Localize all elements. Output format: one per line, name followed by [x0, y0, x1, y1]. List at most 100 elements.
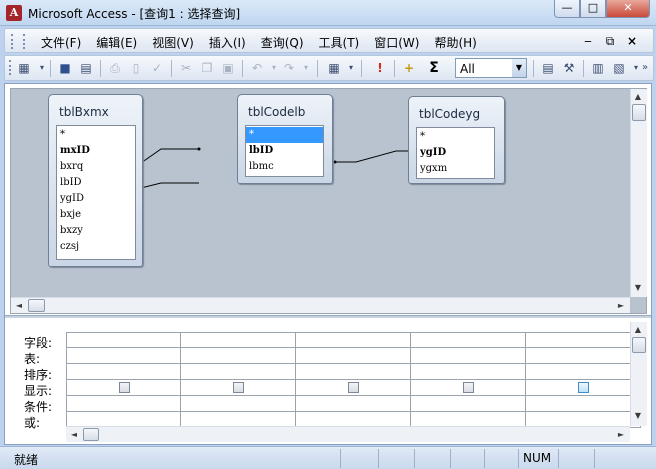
grid-cell[interactable] [181, 396, 296, 412]
grid-cell[interactable] [296, 364, 411, 380]
field-list-tblcodelb[interactable]: tblCodelb * lbID lbmc [237, 94, 333, 184]
field-list-tblbxmx[interactable]: tblBxmx * mxID bxrq lbID ygID bxje bxzy … [48, 94, 143, 267]
save-icon[interactable]: ■ [56, 59, 74, 77]
database-window-icon[interactable]: ▥ [589, 59, 607, 77]
new-object-icon[interactable]: ▧ [610, 59, 628, 77]
query-type-dropdown-icon[interactable]: ▾ [342, 59, 360, 77]
show-table-icon[interactable]: + [400, 59, 418, 77]
menu-help[interactable]: 帮助(H) [434, 34, 476, 51]
grid-cell[interactable] [296, 396, 411, 412]
grid-cell[interactable] [411, 364, 526, 380]
show-checkbox[interactable] [348, 382, 359, 393]
redo-dropdown-icon[interactable]: ▾ [297, 59, 315, 77]
grid-cell[interactable] [66, 380, 181, 396]
grid-cell[interactable] [66, 364, 181, 380]
show-checkbox[interactable] [463, 382, 474, 393]
query-type-icon[interactable]: ▦ [325, 59, 343, 77]
scroll-thumb[interactable] [632, 337, 646, 353]
print-icon[interactable]: ⎙ [106, 59, 124, 77]
menu-tools[interactable]: 工具(T) [319, 34, 360, 51]
design-grid[interactable]: 字段: 表: 排序: 显示: 条件: 或: ▲ ▼ ◄ ► [10, 322, 647, 442]
paste-icon[interactable]: ▣ [219, 59, 237, 77]
field-lbmc[interactable]: lbmc [248, 159, 274, 175]
redo-icon[interactable]: ↷ [280, 59, 298, 77]
toolbar-overflow-icon[interactable]: » [639, 59, 651, 77]
field-list-title[interactable]: tblCodeyg [419, 107, 480, 121]
view-icon[interactable]: ▦ [15, 59, 33, 77]
field-list-box[interactable]: * ygID ygxm [416, 127, 495, 179]
field-ygxm[interactable]: ygxm [419, 161, 447, 177]
view-dropdown-icon[interactable]: ▾ [33, 59, 51, 77]
menu-view[interactable]: 视图(V) [152, 34, 194, 51]
field-lbid[interactable]: lbID [248, 143, 273, 159]
field-list-tblcodeyg[interactable]: tblCodeyg * ygID ygxm [408, 96, 505, 184]
pane-splitter[interactable] [5, 315, 651, 318]
field-all-selected[interactable]: * [246, 127, 323, 143]
window-close-button[interactable]: ✕ [606, 0, 650, 18]
menubar-grip-handle[interactable] [11, 34, 14, 49]
mdi-close-button[interactable]: × [625, 34, 639, 48]
grid-cell[interactable] [526, 332, 641, 348]
grid-cell[interactable] [411, 332, 526, 348]
access-app-icon[interactable]: A [6, 5, 22, 21]
show-checkbox[interactable] [119, 382, 130, 393]
properties-icon[interactable]: ▤ [539, 59, 557, 77]
scroll-left-icon[interactable]: ◄ [67, 430, 81, 439]
field-list-box[interactable]: * mxID bxrq lbID ygID bxje bxzy czsj [56, 125, 136, 260]
grid-vertical-scrollbar[interactable]: ▲ ▼ [630, 322, 647, 426]
grid-cell[interactable] [181, 364, 296, 380]
show-checkbox[interactable] [233, 382, 244, 393]
scroll-down-icon[interactable]: ▼ [631, 283, 645, 292]
field-all[interactable]: * [59, 127, 65, 143]
grid-cell[interactable] [66, 348, 181, 364]
copy-icon[interactable]: ❐ [198, 59, 216, 77]
build-icon[interactable]: ⚒ [560, 59, 578, 77]
field-bxje[interactable]: bxje [59, 207, 81, 223]
toolbar-grip-handle[interactable] [9, 60, 12, 75]
grid-cell[interactable] [411, 380, 526, 396]
scroll-right-icon[interactable]: ► [614, 301, 628, 310]
spelling-icon[interactable]: ✓ [148, 59, 166, 77]
top-values-combo[interactable]: All ▼ [455, 58, 527, 78]
scroll-up-icon[interactable]: ▲ [631, 325, 645, 334]
field-list-title[interactable]: tblBxmx [59, 105, 109, 119]
print-preview-icon[interactable]: ▯ [127, 59, 145, 77]
table-pane-horizontal-scrollbar[interactable]: ◄ ► [11, 297, 630, 313]
scroll-right-icon[interactable]: ► [614, 430, 628, 439]
grid-cell[interactable] [296, 332, 411, 348]
field-mxid[interactable]: mxID [59, 143, 90, 159]
scroll-thumb[interactable] [83, 428, 99, 441]
undo-icon[interactable]: ↶ [248, 59, 266, 77]
scroll-down-icon[interactable]: ▼ [631, 411, 645, 420]
cut-icon[interactable]: ✂ [177, 59, 195, 77]
mdi-restore-button[interactable]: ⧉ [603, 34, 617, 49]
grid-cell[interactable] [526, 396, 641, 412]
scroll-left-icon[interactable]: ◄ [12, 301, 26, 310]
grid-horizontal-scrollbar[interactable]: ◄ ► [66, 426, 630, 442]
grid-cell[interactable] [526, 380, 641, 396]
menu-query[interactable]: 查询(Q) [261, 34, 304, 51]
run-icon[interactable]: ! [371, 59, 389, 77]
grid-cell[interactable] [411, 348, 526, 364]
grid-cell[interactable] [181, 332, 296, 348]
table-pane-vertical-scrollbar[interactable]: ▲ ▼ [630, 89, 647, 297]
totals-icon[interactable]: Σ [425, 59, 443, 77]
menu-file[interactable]: 文件(F) [41, 34, 81, 51]
grid-cell[interactable] [526, 348, 641, 364]
scroll-thumb[interactable] [632, 104, 646, 121]
menu-window[interactable]: 窗口(W) [374, 34, 419, 51]
field-ygid[interactable]: ygID [59, 191, 84, 207]
grid-cell[interactable] [411, 396, 526, 412]
field-list-title[interactable]: tblCodelb [248, 105, 305, 119]
file-search-icon[interactable]: ▤ [77, 59, 95, 77]
window-restore-button[interactable]: □ [580, 0, 606, 18]
grid-cell[interactable] [296, 348, 411, 364]
mdi-minimize-button[interactable]: ‒ [581, 34, 595, 48]
field-czsj[interactable]: czsj [59, 239, 79, 255]
field-bxrq[interactable]: bxrq [59, 159, 83, 175]
field-all[interactable]: * [419, 129, 425, 145]
grid-cell[interactable] [66, 332, 181, 348]
window-minimize-button[interactable]: — [554, 0, 580, 18]
scroll-up-icon[interactable]: ▲ [631, 92, 645, 101]
field-list-box[interactable]: * lbID lbmc [245, 125, 324, 177]
